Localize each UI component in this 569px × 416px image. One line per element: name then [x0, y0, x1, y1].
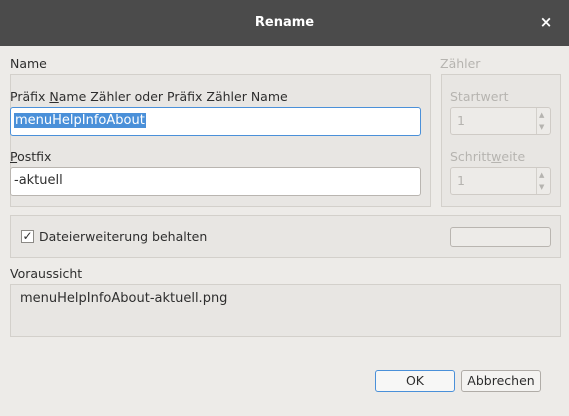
preview-value: menuHelpInfoAbout-aktuell.png — [20, 291, 228, 306]
prefix-input-value: menuHelpInfoAbout — [14, 113, 146, 128]
ok-button[interactable]: OK — [375, 370, 455, 392]
close-icon[interactable]: × — [536, 12, 556, 32]
prefix-input[interactable]: menuHelpInfoAbout — [10, 107, 421, 136]
postfix-label: Postfix — [10, 149, 52, 164]
step-spinbox[interactable]: 1 ▲ ▼ — [450, 167, 551, 195]
check-icon: ✓ — [22, 229, 33, 243]
keep-extension-label[interactable]: Dateierweiterung behalten — [39, 229, 207, 244]
rename-dialog: Rename × Name Präfix Name Zähler oder Pr… — [0, 0, 569, 416]
spin-down-icon[interactable]: ▼ — [539, 124, 544, 131]
start-value-spinbox[interactable]: 1 ▲ ▼ — [450, 107, 551, 135]
extension-field[interactable] — [450, 227, 551, 247]
counter-section-label: Zähler — [440, 56, 481, 71]
window-title: Rename — [254, 15, 315, 30]
prefix-label: Präfix Name Zähler oder Präfix Zähler Na… — [10, 89, 288, 104]
cancel-button[interactable]: Abbrechen — [461, 370, 541, 392]
spin-up-icon[interactable]: ▲ — [539, 112, 544, 119]
name-section-label: Name — [10, 56, 47, 71]
step-value: 1 — [457, 173, 465, 188]
keep-extension-checkbox[interactable]: ✓ — [21, 230, 34, 243]
preview-box: menuHelpInfoAbout-aktuell.png — [10, 284, 561, 337]
spin-down-icon[interactable]: ▼ — [539, 184, 544, 191]
step-label: Schrittweite — [450, 149, 526, 164]
spin-up-icon[interactable]: ▲ — [539, 172, 544, 179]
start-value: 1 — [457, 113, 465, 128]
start-value-label: Startwert — [450, 89, 509, 104]
postfix-input[interactable]: -aktuell — [10, 167, 421, 196]
title-bar[interactable]: Rename × — [0, 0, 569, 46]
postfix-input-value: -aktuell — [14, 173, 63, 188]
preview-label: Voraussicht — [10, 266, 83, 281]
